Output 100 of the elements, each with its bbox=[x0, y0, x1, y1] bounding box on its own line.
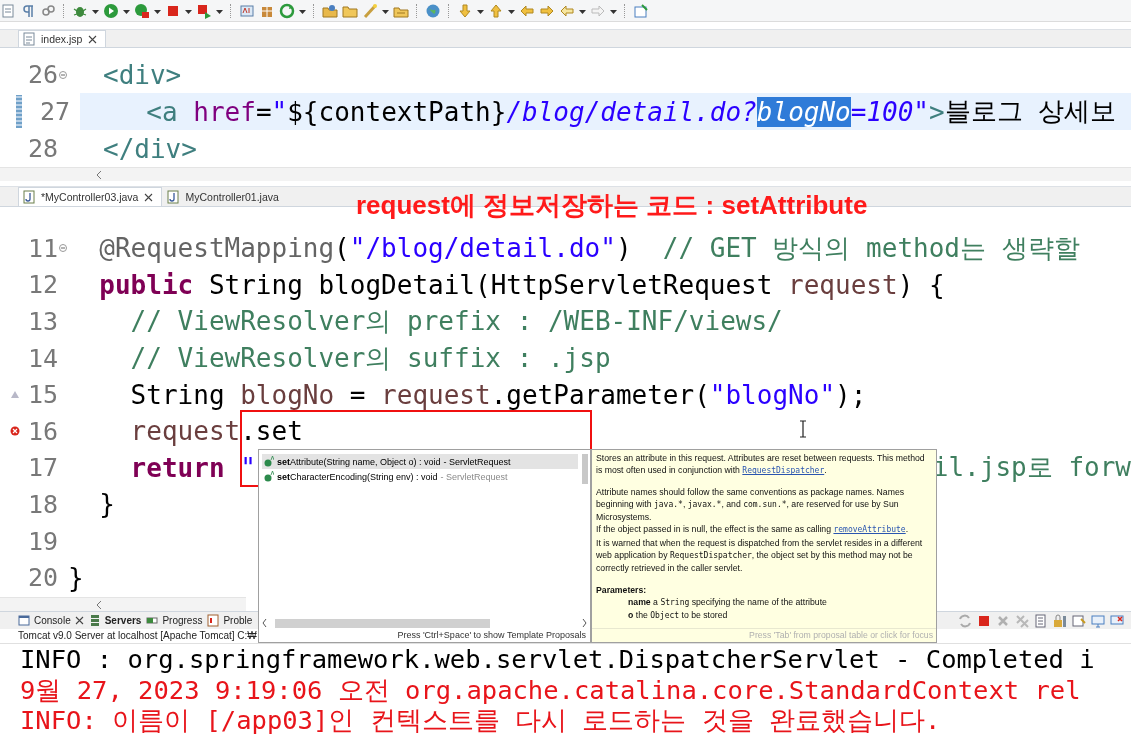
code-text: request bbox=[129, 416, 241, 447]
code-text: 블로그 상세보 bbox=[944, 95, 1117, 128]
globe-icon[interactable] bbox=[425, 2, 441, 19]
proposal-item[interactable]: setCharacterEncoding(String env) : void - ServletRequest bbox=[262, 469, 578, 484]
editor-tab[interactable]: *MyController03.java bbox=[18, 187, 163, 206]
code-text: ) bbox=[615, 233, 633, 264]
proposal-item[interactable]: setAttribute(String name, Object o) : void - ServletRequest bbox=[262, 454, 578, 469]
console-line: INFO : org.springframework.web.servlet.DispatcherServlet - Completed i bbox=[20, 644, 1096, 675]
panel-tab[interactable]: Servers bbox=[88, 614, 142, 627]
line-number: 15 bbox=[26, 380, 58, 410]
arrow-left-icon[interactable] bbox=[96, 170, 102, 179]
note-icon[interactable] bbox=[633, 2, 649, 19]
panel-tab[interactable]: Progress bbox=[146, 614, 203, 627]
folder-icon[interactable] bbox=[322, 2, 338, 19]
code-text: > bbox=[929, 96, 945, 127]
panel-tab[interactable]: Console bbox=[18, 614, 84, 627]
close-icon[interactable] bbox=[144, 192, 154, 202]
scrollbar[interactable] bbox=[0, 167, 1131, 181]
document-icon[interactable] bbox=[1033, 612, 1049, 629]
code-text: .set bbox=[240, 416, 303, 447]
text-cursor-icon bbox=[799, 420, 807, 438]
hint-text: Press 'Ctrl+Space' to show Template Proposals bbox=[396, 629, 587, 642]
spelling-icon[interactable] bbox=[239, 2, 255, 19]
code-text: String bbox=[129, 379, 226, 410]
line-number: 13 bbox=[26, 307, 58, 336]
doc-text: It is warned that when the request is dispatched from the servlet resides in a different web application by RequestDispatcher, the object set by this method may not be correctly retrieved in the caller servlet. bbox=[596, 536, 924, 575]
code-text: /blog/detail.do? bbox=[506, 96, 757, 127]
editor-tab[interactable]: index.jsp bbox=[18, 30, 107, 47]
arrow-left-icon[interactable] bbox=[96, 600, 102, 609]
method-icon bbox=[264, 471, 274, 482]
code-text: " bbox=[239, 452, 256, 483]
scrollbar[interactable] bbox=[582, 454, 588, 484]
line-number: 12 bbox=[26, 270, 58, 300]
collapse-icon[interactable] bbox=[59, 244, 67, 253]
pin-icon[interactable] bbox=[1071, 612, 1087, 629]
code-text: " bbox=[271, 96, 288, 127]
code-text: } bbox=[98, 489, 115, 520]
scrollbar[interactable] bbox=[262, 617, 587, 629]
arrow-right-icon[interactable] bbox=[582, 619, 587, 627]
doc-text: If the object passed in is null, the effect is the same as calling removeAttribute. bbox=[596, 523, 910, 537]
line-number: 18 bbox=[26, 489, 58, 519]
code-text: @RequestMapping bbox=[98, 233, 335, 264]
code-text: il.jsp로 forw bbox=[932, 451, 1131, 485]
line-number: 28 bbox=[26, 134, 58, 163]
doc-text: Stores an attribute in this request. Attributes are reset between requests. This method is most often used in conjunction with RequestDispatcher. bbox=[596, 452, 926, 478]
doc-heading: Parameters: bbox=[596, 583, 648, 596]
code-text: return bbox=[129, 452, 225, 483]
arrow-left-icon[interactable] bbox=[262, 619, 267, 627]
code-text: public bbox=[98, 269, 194, 300]
line-number: 14 bbox=[26, 343, 58, 373]
code-text: ${contextPath} bbox=[287, 96, 507, 127]
annotation-text: request에 정보저장하는 코드 : setAttribute bbox=[356, 189, 868, 222]
play-icon[interactable] bbox=[103, 2, 119, 19]
code-text: // ViewResolver의 suffix : .jsp bbox=[129, 341, 611, 375]
doc-link[interactable]: RequestDispatcher bbox=[742, 466, 825, 476]
code-text: <a bbox=[145, 96, 178, 127]
java-file-icon bbox=[23, 190, 35, 204]
doc-link[interactable]: removeAttribute bbox=[833, 525, 906, 535]
scrollbar[interactable] bbox=[0, 597, 246, 611]
console-line: INFO: 이름이 [/app03]인 컨텍스트를 다시 로드하는 것을 완료했습니다. bbox=[20, 705, 942, 736]
doc-text: o the Object to be stored bbox=[627, 609, 729, 623]
line-number: 20 bbox=[26, 563, 58, 593]
code-text: = bbox=[348, 379, 367, 410]
code-text: ) { bbox=[897, 269, 945, 300]
editor-tab[interactable]: MyController01.java bbox=[162, 187, 288, 206]
line-number: 19 bbox=[26, 526, 58, 556]
server-icon[interactable] bbox=[196, 2, 212, 19]
code-text: <div> bbox=[103, 59, 182, 90]
link-icon[interactable] bbox=[40, 2, 56, 19]
java-file-icon bbox=[167, 190, 180, 204]
code-text: =100" bbox=[850, 96, 930, 127]
code-text: request bbox=[381, 379, 491, 410]
collapse-icon[interactable] bbox=[59, 70, 67, 79]
sync-icon[interactable] bbox=[957, 612, 973, 629]
code-text: "/blog/detail.do" bbox=[349, 233, 616, 264]
lock-icon[interactable] bbox=[1052, 612, 1068, 629]
code-text: } bbox=[68, 562, 84, 593]
selected-text: blogNo bbox=[756, 96, 851, 127]
run-icon[interactable] bbox=[134, 2, 150, 19]
close-icon[interactable] bbox=[88, 34, 98, 44]
code-text: "blogNo" bbox=[709, 379, 836, 410]
code-text: request bbox=[788, 269, 898, 300]
code-text: .getParameter( bbox=[490, 379, 710, 410]
progress-icon bbox=[146, 614, 159, 627]
line-number: 26 bbox=[26, 60, 58, 89]
servers-icon bbox=[88, 614, 101, 627]
paragraph-icon[interactable] bbox=[20, 2, 36, 19]
doc-text: Attribute names should follow the same conventions as package names. Names beginning with java.*, javax.*, and com.sun.*, are reserved for use by Sun Microsystems. bbox=[596, 485, 906, 524]
panel-tab[interactable]: Proble bbox=[207, 614, 253, 627]
code-text: ); bbox=[835, 379, 867, 410]
document-icon[interactable] bbox=[0, 2, 16, 19]
close-icon[interactable] bbox=[74, 616, 84, 625]
console-icon bbox=[18, 614, 30, 627]
monitor-icon[interactable] bbox=[1090, 612, 1106, 629]
code-text: // GET 방식의 method는 생략할 bbox=[662, 231, 1080, 265]
line-number: 11 bbox=[26, 233, 58, 263]
problems-icon bbox=[207, 614, 220, 627]
code-text: // ViewResolver의 prefix : /WEB-INF/views/ bbox=[129, 305, 783, 338]
method-icon bbox=[264, 456, 274, 467]
line-number: 17 bbox=[26, 453, 58, 483]
